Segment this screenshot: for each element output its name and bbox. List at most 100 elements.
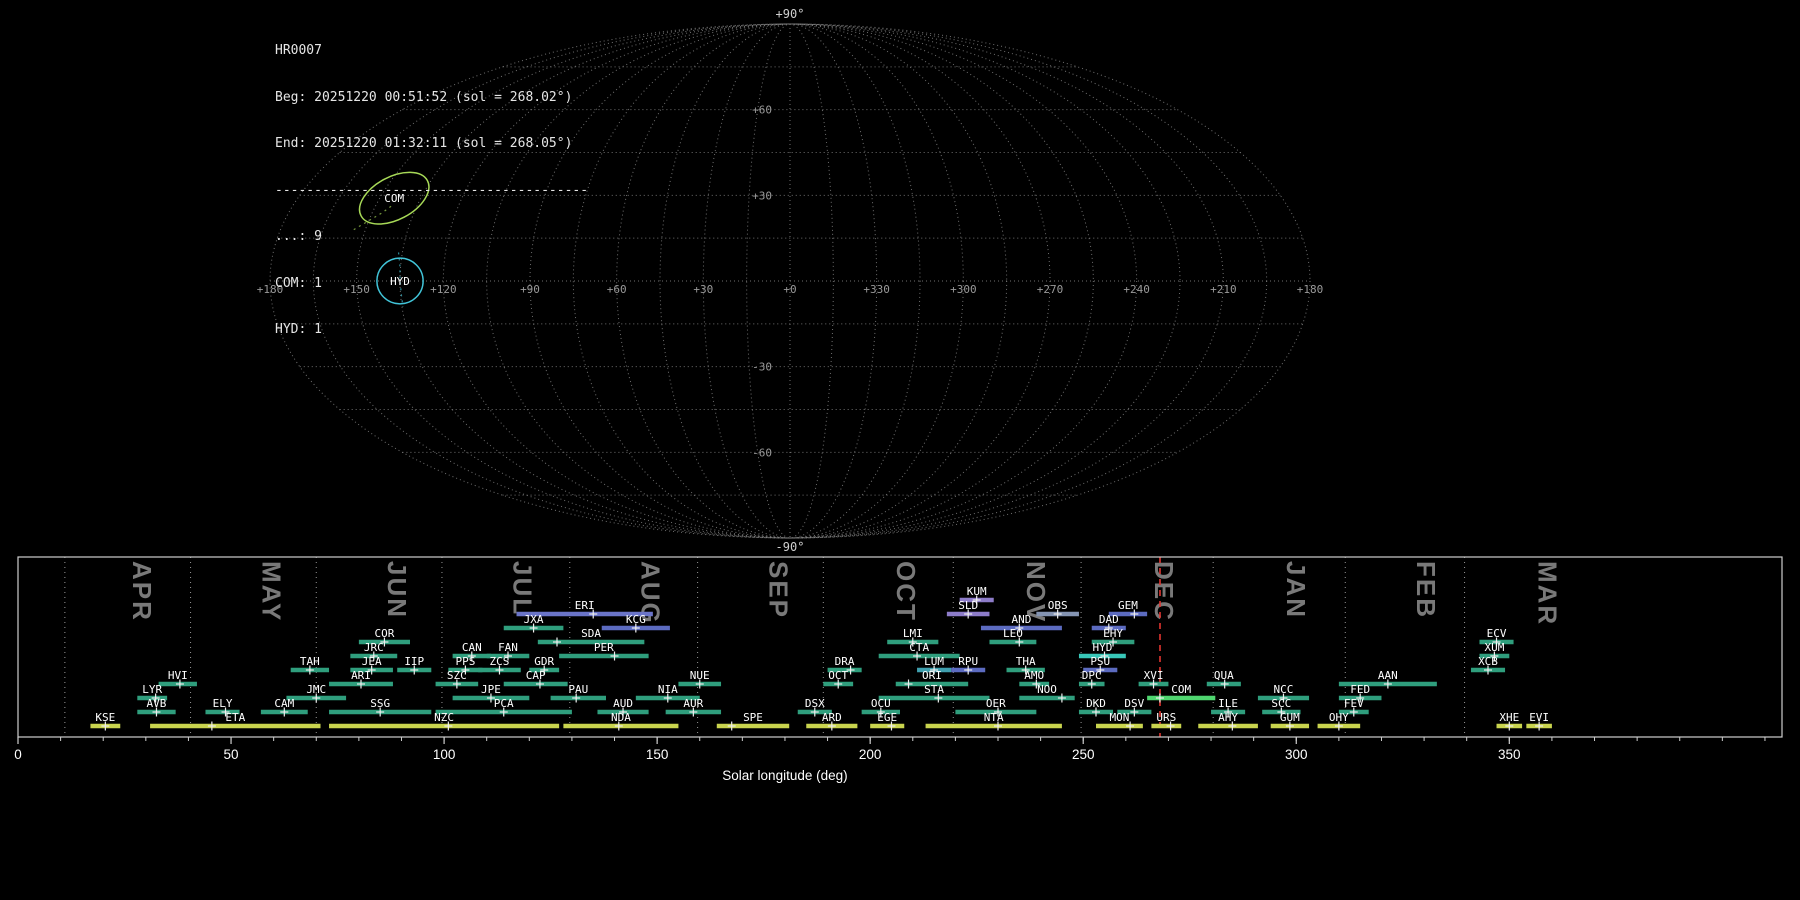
pole-label-north: +90°: [776, 7, 805, 21]
shower-label-FEV: FEV: [1344, 697, 1364, 710]
x-axis-title: Solar longitude (deg): [722, 768, 847, 783]
shower-label-FED: FED: [1350, 683, 1370, 696]
x-tick-label: 250: [1072, 747, 1095, 762]
shower-label-JMC: JMC: [306, 683, 326, 696]
activity-timeline: APR MAY JUN JUL AUG SEP OCT NOV DEC JAN FEB MARKUME…: [14, 556, 1783, 783]
shower-label-PSU: PSU: [1090, 655, 1110, 668]
shower-label-ILE: ILE: [1218, 697, 1238, 710]
shower-label-XUM: XUM: [1484, 641, 1504, 654]
meteor-observation-screen: +90° -90° +60 +30 -30 -60 +180 +150 +120 +90 +60 +3…: [0, 0, 1800, 900]
shower-label-DPC: DPC: [1082, 669, 1102, 682]
shower-label-TAH: TAH: [300, 655, 320, 668]
shower-label-IIP: IIP: [404, 655, 424, 668]
x-tick-label: 150: [646, 747, 669, 762]
month-label-JUL: JUL: [508, 561, 538, 616]
shower-label-NOO: NOO: [1037, 683, 1057, 696]
shower-label-SDA: SDA: [581, 627, 601, 640]
shower-label-AND: AND: [1011, 613, 1031, 626]
x-tick-label: 50: [224, 747, 239, 762]
month-label-FEB: FEB: [1411, 561, 1441, 619]
shower-label-STA: STA: [924, 683, 944, 696]
shower-label-JXA: JXA: [524, 613, 544, 626]
shower-label-CAM: CAM: [274, 697, 294, 710]
shower-label-DRA: DRA: [835, 655, 855, 668]
x-tick-label: 100: [433, 747, 456, 762]
shower-label-COM: COM: [1171, 683, 1191, 696]
shower-label-CAP: CAP: [526, 669, 546, 682]
pole-label-south: -90°: [776, 540, 805, 554]
shower-label-CTA: CTA: [909, 641, 929, 654]
shower-label-PAU: PAU: [568, 683, 588, 696]
shower-label-NZC: NZC: [434, 711, 454, 724]
month-label-JUN: JUN: [382, 561, 412, 619]
shower-label-PCA: PCA: [494, 697, 514, 710]
shower-label-ZCS: ZCS: [490, 655, 510, 668]
shower-label-MON: MON: [1109, 711, 1129, 724]
month-label-JAN: JAN: [1281, 561, 1311, 619]
shower-label-OBS: OBS: [1048, 599, 1068, 612]
shower-label-DAD: DAD: [1099, 613, 1119, 626]
longitude-label: +270: [1037, 283, 1064, 296]
shower-label-SPE: SPE: [743, 711, 763, 724]
shower-label-THA: THA: [1016, 655, 1036, 668]
shower-label-GUM: GUM: [1280, 711, 1300, 724]
shower-label-ELY: ELY: [213, 697, 233, 710]
shower-label-HYD: HYD: [1092, 641, 1112, 654]
count-sporadic: ...: 9: [275, 229, 322, 244]
month-label-OCT: OCT: [891, 561, 921, 622]
shower-label-AHY: AHY: [1218, 711, 1238, 724]
shower-label-DKD: DKD: [1086, 697, 1106, 710]
shower-label-SCC: SCC: [1271, 697, 1291, 710]
shower-label-PER: PER: [594, 641, 614, 654]
shower-label-NIA: NIA: [658, 683, 678, 696]
shower-label-EHY: EHY: [1103, 627, 1123, 640]
shower-label-ECV: ECV: [1487, 627, 1507, 640]
shower-label-ETA: ETA: [225, 711, 245, 724]
longitude-label: +30: [693, 283, 713, 296]
shower-label-LYR: LYR: [142, 683, 162, 696]
shower-label-PPS: PPS: [455, 655, 475, 668]
shower-label-GDR: GDR: [534, 655, 554, 668]
shower-label-EVI: EVI: [1529, 711, 1549, 724]
longitude-label: +60: [607, 283, 627, 296]
shower-label-SZC: SZC: [447, 669, 467, 682]
latitude-label: -30: [752, 361, 772, 374]
shower-label-OER: OER: [986, 697, 1006, 710]
shower-label-LUM: LUM: [924, 655, 944, 668]
count-hyd: HYD: 1: [275, 322, 322, 337]
shower-label-DSV: DSV: [1124, 697, 1144, 710]
shower-label-XCB: XCB: [1478, 655, 1498, 668]
shower-label-URS: URS: [1156, 711, 1176, 724]
shower-label-ARI: ARI: [351, 669, 371, 682]
shower-label-ORI: ORI: [922, 669, 942, 682]
shower-label-AUD: AUD: [613, 697, 633, 710]
x-tick-label: 300: [1285, 747, 1308, 762]
shower-label-FAN: FAN: [498, 641, 518, 654]
shower-label-OCU: OCU: [871, 697, 891, 710]
shower-label-ERI: ERI: [575, 599, 595, 612]
shower-label-JRC: JRC: [364, 641, 384, 654]
shower-label-OHY: OHY: [1329, 711, 1349, 724]
x-tick-label: 200: [859, 747, 882, 762]
shower-label-AAN: AAN: [1378, 669, 1398, 682]
x-tick-label: 350: [1498, 747, 1521, 762]
longitude-label: +210: [1210, 283, 1237, 296]
shower-label-AMO: AMO: [1024, 669, 1044, 682]
sky-map-and-activity-chart: +90°-90°+60+30-30-60+180 +150 +120 +90 +60 +3…: [14, 7, 1783, 783]
shower-label-KUM: KUM: [967, 585, 987, 598]
month-label-APR: APR: [127, 561, 157, 622]
latitude-label: -60: [752, 446, 772, 459]
shower-label-JPE: JPE: [481, 683, 501, 696]
longitude-label: +300: [950, 283, 977, 296]
shower-label-JEA: JEA: [362, 655, 382, 668]
shower-label-XVI: XVI: [1144, 669, 1164, 682]
longitude-label: +330: [863, 283, 890, 296]
shower-label-SLD: SLD: [958, 599, 978, 612]
shower-label-AUR: AUR: [683, 697, 703, 710]
shower-label-QUA: QUA: [1214, 669, 1234, 682]
count-com: COM: 1: [275, 275, 322, 291]
shower-label-NUE: NUE: [690, 669, 710, 682]
shower-label-OCT: OCT: [828, 669, 848, 682]
shower-label-NDA: NDA: [611, 711, 631, 724]
shower-label-SSG: SSG: [370, 697, 390, 710]
